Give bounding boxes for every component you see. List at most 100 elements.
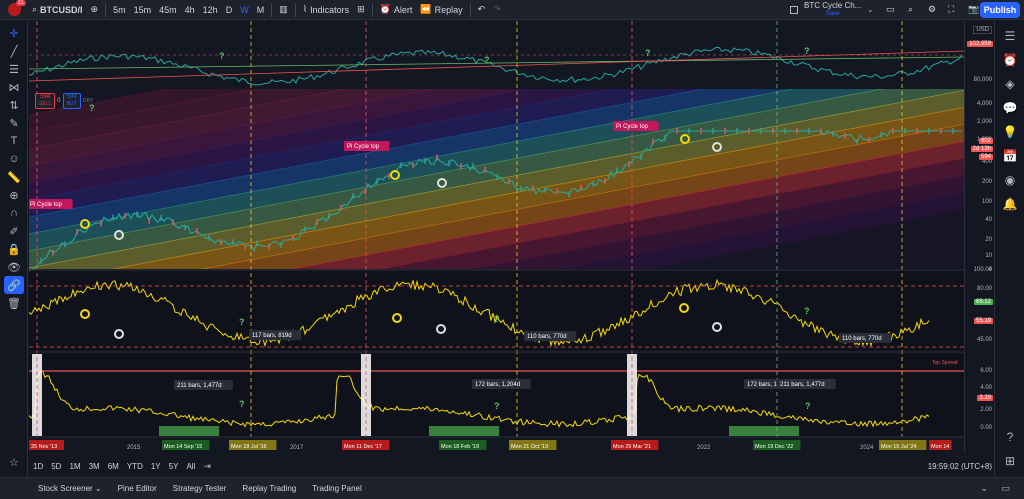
add-symbol-button[interactable]: ⊕ <box>87 0 103 20</box>
fullscreen-button[interactable]: ⛶ <box>944 0 958 20</box>
interval-15m[interactable]: 15m <box>130 0 156 20</box>
settings-button[interactable]: ⚙ <box>924 0 940 20</box>
calendar-button[interactable]: 📅 <box>995 144 1024 168</box>
sell-button[interactable]: 594 SELL <box>35 93 56 109</box>
price-candle <box>508 178 510 185</box>
fib-tool[interactable]: ☰ <box>0 60 28 78</box>
tab-stock-screener[interactable]: Stock Screener ⌄ <box>30 484 110 493</box>
measure-tool[interactable]: 📏 <box>0 168 28 186</box>
price-axis-label: 10 <box>985 253 992 259</box>
avatar[interactable]: 11 <box>0 0 28 20</box>
range-all[interactable]: All <box>182 462 199 471</box>
alarm-icon: ⏰ <box>1002 53 1018 67</box>
pi-cycle-label-text: Pi Cycle top <box>30 202 63 208</box>
symbol-search[interactable]: ⌕ BTCUSD/I <box>28 0 87 20</box>
sync-drawings-tool[interactable]: 🔗 <box>4 276 24 294</box>
price-candle <box>604 178 606 185</box>
widget-bar: ☰ ⏰ ◈ 💬 💡 📅 ◉ 🔔 ? ⊞ <box>994 20 1024 477</box>
tab-replay-trading[interactable]: Replay Trading <box>234 484 304 493</box>
range-6m[interactable]: 6M <box>104 462 123 471</box>
price-axis[interactable]: USD 102,95980,0004,0002,0001,00040020010… <box>964 21 994 453</box>
price-candle <box>124 212 126 219</box>
price-candle <box>820 128 822 135</box>
tab-pine-editor[interactable]: Pine Editor <box>110 484 165 493</box>
price-candle <box>40 257 42 264</box>
replay-button[interactable]: ⏪ Replay <box>416 0 466 20</box>
chart-area[interactable]: Pi Cycle top Pi Cycle top Pi Cycle top 117 … <box>27 21 965 453</box>
crosshair-tool[interactable]: ✛ <box>0 24 28 42</box>
calendar-range-icon[interactable]: ⇥ <box>203 461 211 472</box>
interval-5m[interactable]: 5m <box>109 0 130 20</box>
text-tool[interactable]: T <box>0 132 28 150</box>
year-label: 2024 <box>860 445 874 451</box>
pi-cycle-label: Pi Cycle top <box>27 199 73 209</box>
range-5y[interactable]: 5Y <box>165 462 183 471</box>
alerts-panel-button[interactable]: ⏰ <box>995 48 1024 72</box>
maximize-panel-icon[interactable]: ▭ <box>1001 483 1010 494</box>
price-tag-high: 102,959 <box>967 41 993 47</box>
trend-line-tool[interactable]: ╱ <box>0 42 28 60</box>
favorites-tool[interactable]: ☆ <box>0 453 28 471</box>
quick-search-button[interactable]: ⌕ <box>904 0 917 20</box>
brush-tool[interactable]: ✎ <box>0 114 28 132</box>
interval-12h[interactable]: 12h <box>199 0 222 20</box>
interval-W[interactable]: W <box>236 0 253 20</box>
remove-drawings-tool[interactable]: 🗑 <box>0 294 28 312</box>
stay-drawing-tool[interactable]: ✐ <box>0 222 28 240</box>
help-button[interactable]: ? <box>995 425 1024 449</box>
panels-button[interactable]: ⊞ <box>995 449 1024 473</box>
redo-icon: ↷ <box>493 4 501 14</box>
range-1y[interactable]: 1Y <box>147 462 165 471</box>
templates-button[interactable]: ⊞ <box>353 0 369 20</box>
divider <box>271 2 273 17</box>
ideas-button[interactable]: 💡 <box>995 120 1024 144</box>
notifications-button[interactable]: 🔔 <box>995 192 1024 216</box>
icons-tool[interactable]: ☺ <box>0 150 28 168</box>
undo-button[interactable]: ↶ <box>474 0 490 20</box>
interval-D[interactable]: D <box>222 0 237 20</box>
range-5d[interactable]: 5D <box>47 462 65 471</box>
projection-tool[interactable]: ⇅ <box>0 96 28 114</box>
collapse-panel-icon[interactable]: ⌄ <box>980 483 988 494</box>
clock-readout[interactable]: 19:59:02 (UTC+8) <box>928 462 992 471</box>
indicators-button[interactable]: ⌇ Indicators <box>299 0 353 20</box>
alert-button[interactable]: ⏰ Alert <box>376 0 417 20</box>
publish-button[interactable]: Publish <box>980 2 1020 18</box>
price-candle <box>64 241 66 248</box>
chart-layout-button[interactable]: ▭ <box>882 0 899 20</box>
indicators-icon: ⌇ <box>302 4 308 14</box>
price-candle <box>244 243 246 250</box>
projection-icon: ⇅ <box>9 99 19 112</box>
zoom-tool[interactable]: ⊕ <box>0 186 28 204</box>
interval-M[interactable]: M <box>253 0 269 20</box>
streams-button[interactable]: ◉ <box>995 168 1024 192</box>
magnet-tool[interactable]: ∩ <box>0 204 28 222</box>
divider <box>294 2 296 17</box>
range-ytd[interactable]: YTD <box>123 462 147 471</box>
tab-strategy-tester[interactable]: Strategy Tester <box>165 484 235 493</box>
redo-button[interactable]: ↷ <box>489 0 505 20</box>
buy-button[interactable]: 594 BUY <box>62 93 81 109</box>
range-3m[interactable]: 3M <box>85 462 104 471</box>
hide-drawings-tool[interactable]: 👁 <box>0 258 28 276</box>
range-1m[interactable]: 1M <box>65 462 84 471</box>
layout-switcher[interactable]: BTC Cycle Ch... Save ⌄ <box>790 0 873 20</box>
pattern-tool[interactable]: ⋈ <box>0 78 28 96</box>
tab-trading-panel[interactable]: Trading Panel <box>304 484 370 493</box>
interval-45m[interactable]: 45m <box>155 0 181 20</box>
range-1d[interactable]: 1D <box>29 462 47 471</box>
watchlist-button[interactable]: ☰ <box>995 24 1024 48</box>
object-tree-button[interactable]: ◈ <box>995 72 1024 96</box>
interval-4h[interactable]: 4h <box>181 0 199 20</box>
price-candle <box>712 128 714 134</box>
bars-range-label-text: 172 bars, 1,204d <box>475 382 520 388</box>
broadcast-icon: ◉ <box>1004 173 1016 187</box>
currency-label[interactable]: USD <box>973 26 992 34</box>
price-candle <box>784 128 786 134</box>
sell-price: 594 <box>40 94 51 100</box>
text-icon: T <box>10 135 18 147</box>
chart-canvas[interactable]: Pi Cycle top Pi Cycle top Pi Cycle top 117 … <box>27 21 965 453</box>
chats-button[interactable]: 💬 <box>995 96 1024 120</box>
chart-type-button[interactable]: ▥ <box>275 0 292 20</box>
lock-drawings-tool[interactable]: 🔒 <box>0 240 28 258</box>
